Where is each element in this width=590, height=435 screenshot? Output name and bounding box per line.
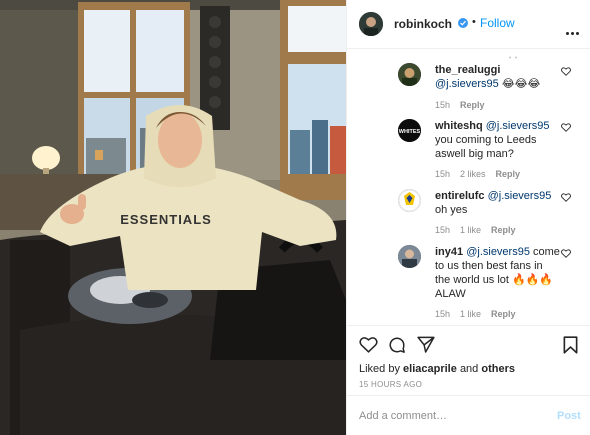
reply-button[interactable]: Reply [491, 309, 516, 319]
avatar[interactable] [359, 12, 383, 36]
like-comment-heart-icon[interactable] [561, 67, 571, 76]
avatar-logo-text: WHITES [399, 129, 421, 135]
comment-body: 😂😂😂 [501, 78, 541, 90]
comment-username[interactable]: iny41 [435, 246, 463, 258]
verified-badge-icon [458, 18, 468, 28]
comment-input[interactable]: Add a comment… [359, 410, 447, 422]
liked-others-link[interactable]: others [481, 363, 515, 375]
follow-button[interactable]: Follow [480, 16, 515, 30]
comment-time: 15h [435, 100, 451, 110]
post-actions: Liked by eliacaprile and others 15 HOURS… [347, 325, 590, 395]
comment-text: iny41 @j.sievers95 come to us then best … [435, 245, 560, 301]
comment-meta: 15h 1 like Reply [435, 309, 526, 319]
comment-username[interactable]: entirelufc [435, 190, 485, 202]
comment-mention[interactable]: @j.sievers95 [466, 246, 530, 258]
post-header: robinkoch • Follow [347, 0, 590, 49]
post-timestamp[interactable]: 15 HOURS AGO [359, 380, 422, 389]
post-photo[interactable]: ESSENTIALS [0, 0, 346, 435]
liked-user-link[interactable]: eliacaprile [403, 363, 457, 375]
like-comment-heart-icon[interactable] [561, 249, 571, 258]
comment-mention[interactable]: @j.sievers95 [435, 78, 499, 90]
comment-mention[interactable]: @j.sievers95 [488, 190, 552, 202]
comment-likes[interactable]: 2 likes [460, 169, 486, 179]
comment-meta: 15h 2 likes Reply [435, 169, 530, 179]
liked-prefix: Liked by [359, 363, 400, 375]
comment-list[interactable]: the_realuggi @j.sievers95 😂😂😂 15h Reply W… [347, 49, 590, 325]
liked-and: and [459, 363, 479, 375]
comment-icon[interactable] [388, 336, 406, 354]
post-panel: robinkoch • Follow the_realuggi @j.sieve… [346, 0, 590, 435]
save-bookmark-icon[interactable] [563, 336, 578, 354]
like-heart-icon[interactable] [359, 336, 378, 353]
reply-button[interactable]: Reply [491, 225, 516, 235]
reply-button[interactable]: Reply [496, 169, 521, 179]
right-window [280, 0, 346, 200]
liked-by-text: Liked by eliacaprile and others [359, 363, 515, 375]
avatar[interactable] [398, 63, 421, 86]
comment-likes[interactable]: 1 like [460, 225, 481, 235]
comment-text: whiteshq @j.sievers95 you coming to Leed… [435, 119, 560, 161]
comment-time: 15h [435, 309, 451, 319]
avatar[interactable] [398, 245, 421, 268]
avatar[interactable] [398, 189, 421, 212]
hoodie-text: ESSENTIALS [120, 212, 212, 227]
separator-dot: • [472, 16, 476, 28]
comment-time: 15h [435, 225, 451, 235]
comment-text: entirelufc @j.sievers95 oh yes [435, 189, 560, 217]
like-comment-heart-icon[interactable] [561, 193, 571, 202]
comment-username[interactable]: the_realuggi [435, 64, 500, 76]
post-author-username[interactable]: robinkoch [394, 17, 452, 31]
reply-button[interactable]: Reply [460, 100, 485, 110]
comment-username[interactable]: whiteshq [435, 120, 483, 132]
add-comment-bar: Add a comment… Post [347, 395, 590, 435]
comment-body: oh yes [435, 204, 468, 216]
photo-scene: ESSENTIALS [0, 0, 346, 435]
post-button[interactable]: Post [557, 410, 581, 422]
like-comment-heart-icon[interactable] [561, 123, 571, 132]
comment-body: you coming to Leeds aswell big man? [435, 134, 537, 160]
avatar[interactable]: WHITES [398, 119, 421, 142]
comment-likes[interactable]: 1 like [460, 309, 481, 319]
comment-meta: 15h 1 like Reply [435, 225, 526, 235]
comment-meta: 15h Reply [435, 100, 495, 110]
comment-text: the_realuggi @j.sievers95 😂😂😂 [435, 63, 560, 91]
comment-mention[interactable]: @j.sievers95 [486, 120, 550, 132]
more-options-icon[interactable] [566, 22, 581, 40]
comment-time: 15h [435, 169, 451, 179]
share-icon[interactable] [417, 336, 435, 353]
